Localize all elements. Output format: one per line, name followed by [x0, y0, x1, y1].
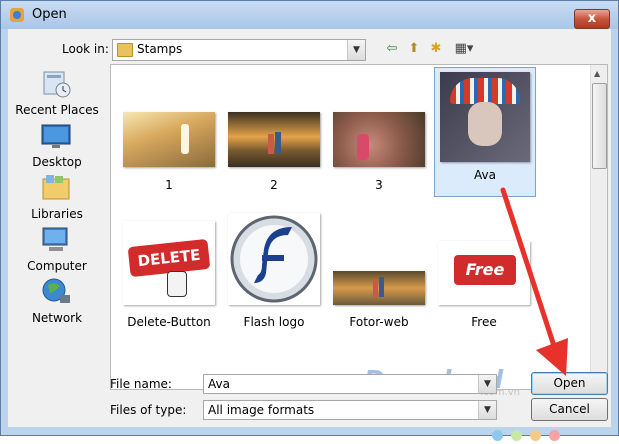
file-name: Fotor-web [349, 315, 409, 329]
close-icon: x [587, 11, 597, 26]
image-thumbnail [333, 271, 425, 305]
file-item-fotor-web[interactable]: Fotor-web [329, 213, 429, 341]
folder-icon [117, 43, 133, 57]
open-button[interactable]: Open [531, 372, 608, 395]
network-icon [42, 278, 70, 303]
file-name: 2 [270, 178, 278, 192]
file-item-1[interactable]: 1 [119, 77, 219, 205]
file-item-ava[interactable]: Ava [434, 67, 536, 197]
lookin-label: Look in: [62, 42, 109, 56]
new-folder-icon[interactable]: ✱ [426, 39, 446, 59]
free-thumb-text: Free [454, 255, 516, 285]
file-name: 1 [165, 178, 173, 192]
file-item-2[interactable]: 2 [224, 77, 324, 205]
file-name: Ava [474, 168, 496, 182]
file-item-flash-logo[interactable]: Flash logo [224, 213, 324, 341]
title-bar[interactable]: Open x [1, 1, 618, 29]
back-icon[interactable]: ⇦ [382, 39, 402, 59]
filetype-select[interactable]: All image formats ▼ [203, 400, 497, 420]
lookin-value: Stamps [137, 42, 183, 56]
place-label: Computer [27, 259, 87, 273]
file-name: 3 [375, 178, 383, 192]
window-title: Open [32, 7, 67, 22]
chevron-down-icon[interactable]: ▼ [478, 401, 496, 419]
desktop-icon [41, 124, 71, 148]
dialog-client: Look in: Stamps ▼ ⇦ ⬆ ✱ ▦▾ Recent Places [8, 29, 611, 441]
places-bar: Recent Places Desktop Libraries Computer… [8, 69, 106, 389]
flash-logo-icon [230, 215, 318, 303]
filetype-label: Files of type: [110, 403, 187, 417]
file-item-delete-button[interactable]: DELETE Delete-Button [119, 213, 219, 341]
libraries-icon [42, 175, 70, 200]
file-list-view[interactable]: 1 2 3 Ava DELETE Delete-Button Flash log… [110, 64, 608, 390]
file-item-3[interactable]: 3 [329, 77, 429, 205]
vertical-scrollbar[interactable]: ▲ ▼ [590, 65, 607, 389]
scroll-thumb[interactable] [592, 83, 607, 169]
open-dialog: Open x Look in: Stamps ▼ ⇦ ⬆ ✱ ▦▾ Recent… [0, 0, 619, 441]
filename-label: File name: [110, 377, 172, 391]
file-item-free[interactable]: Free Free [434, 213, 534, 341]
recent-places-icon [43, 71, 71, 98]
computer-icon [42, 227, 68, 251]
lookin-combo[interactable]: Stamps ▼ [112, 39, 366, 61]
place-label: Network [31, 311, 83, 325]
chevron-down-icon[interactable]: ▼ [478, 375, 496, 393]
file-name: Delete-Button [127, 315, 211, 329]
image-thumbnail: Free [438, 241, 530, 305]
watermark-dots [492, 430, 610, 442]
image-thumbnail [440, 72, 530, 162]
image-thumbnail [333, 112, 425, 167]
image-thumbnail: DELETE [123, 221, 215, 305]
filetype-value: All image formats [208, 403, 315, 417]
file-name: Free [471, 315, 497, 329]
scroll-up-icon[interactable]: ▲ [594, 69, 600, 78]
up-folder-icon[interactable]: ⬆ [404, 39, 424, 59]
app-icon [10, 8, 24, 22]
views-menu-icon[interactable]: ▦▾ [450, 39, 478, 59]
place-label: Recent Places [15, 103, 99, 117]
image-thumbnail [228, 213, 320, 305]
place-label: Desktop [32, 155, 82, 169]
filename-value: Ava [208, 377, 230, 391]
filename-input[interactable]: Ava ▼ [203, 374, 497, 394]
image-thumbnail [228, 112, 320, 167]
close-button[interactable]: x [574, 9, 610, 29]
image-thumbnail [123, 112, 215, 167]
place-label: Libraries [31, 207, 83, 221]
cancel-button[interactable]: Cancel [531, 398, 608, 421]
file-name: Flash logo [243, 315, 305, 329]
chevron-down-icon[interactable]: ▼ [347, 40, 365, 60]
